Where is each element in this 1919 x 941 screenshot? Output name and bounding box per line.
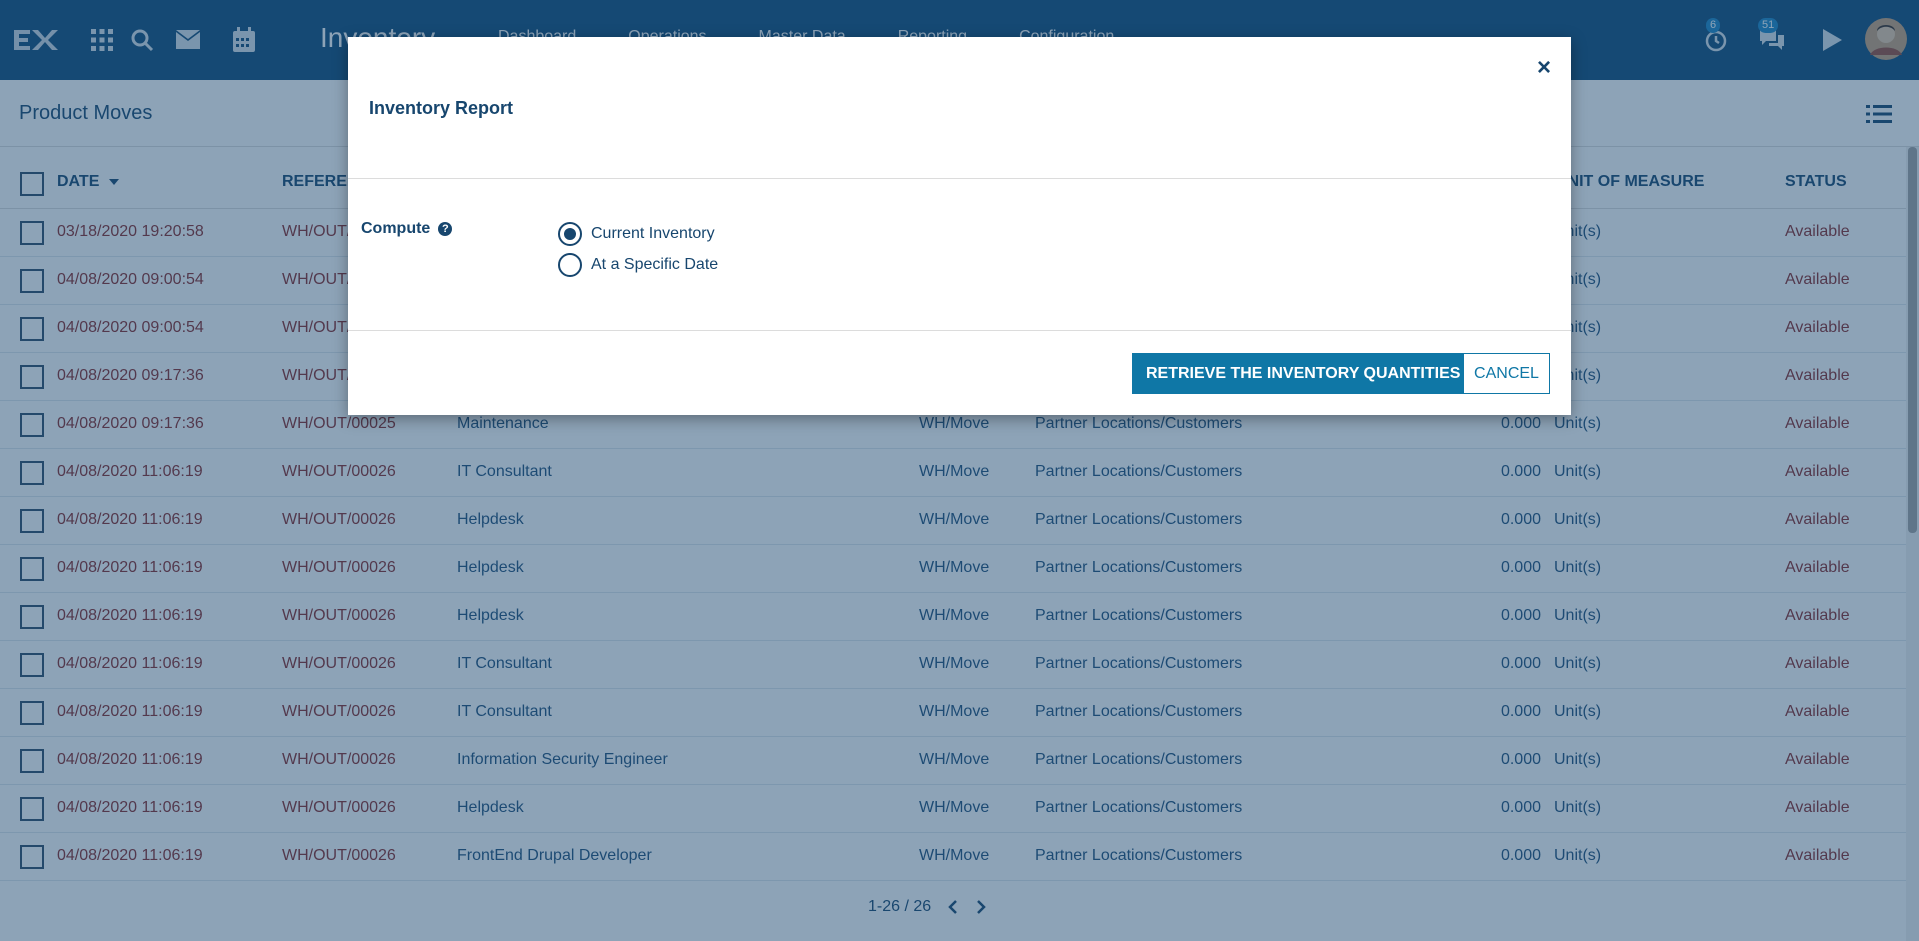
dialog-header: Inventory Report ×: [348, 37, 1571, 179]
radio-selected-dot: [564, 228, 576, 240]
dialog-body: Compute ? Current Inventory At a Specifi…: [348, 179, 1571, 331]
radio-button[interactable]: [558, 222, 582, 246]
radio-specific-date[interactable]: At a Specific Date: [558, 253, 718, 277]
close-icon[interactable]: ×: [1533, 54, 1555, 81]
cancel-button[interactable]: CANCEL: [1463, 353, 1550, 394]
help-icon[interactable]: ?: [438, 222, 453, 236]
radio-label: At a Specific Date: [591, 256, 719, 273]
radio-label: Current Inventory: [591, 225, 715, 242]
dialog-title: Inventory Report: [369, 98, 514, 118]
radio-current-inventory[interactable]: Current Inventory: [558, 222, 715, 246]
inventory-report-dialog: Inventory Report × Compute ? Current Inv…: [348, 37, 1571, 415]
compute-label: Compute ?: [361, 220, 453, 238]
retrieve-quantities-button[interactable]: RETRIEVE THE INVENTORY QUANTITIES: [1132, 353, 1475, 394]
radio-button[interactable]: [558, 253, 582, 277]
dialog-footer: RETRIEVE THE INVENTORY QUANTITIES CANCEL: [348, 331, 1571, 415]
